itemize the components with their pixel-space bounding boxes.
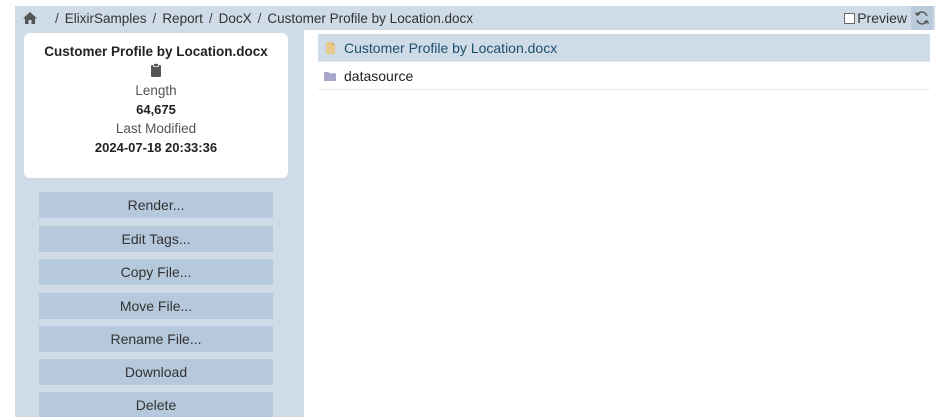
home-icon (23, 12, 37, 24)
length-value: 64,675 (136, 102, 176, 117)
breadcrumb-item-docx[interactable]: DocX (219, 11, 252, 26)
move-file-button[interactable]: Move File... (39, 293, 273, 319)
refresh-icon (914, 11, 930, 25)
copy-file-button[interactable]: Copy File... (39, 259, 273, 285)
breadcrumb-item-current: Customer Profile by Location.docx (267, 10, 473, 26)
top-toolbar: / ElixirSamples / Report / DocX / Custom… (15, 6, 935, 30)
document-icon (326, 41, 335, 54)
breadcrumb-separator: / (257, 10, 262, 26)
breadcrumb: / ElixirSamples / Report / DocX / Custom… (49, 11, 473, 26)
file-details-sidebar: Customer Profile by Location.docx Length… (15, 30, 304, 417)
rename-file-button[interactable]: Rename File... (39, 326, 273, 352)
file-info-card: Customer Profile by Location.docx Length… (24, 33, 288, 178)
modified-value: 2024-07-18 20:33:36 (94, 140, 218, 155)
length-label: Length (135, 83, 177, 98)
preview-checkbox[interactable] (844, 12, 856, 24)
refresh-button[interactable] (911, 6, 933, 30)
edit-tags-button[interactable]: Edit Tags... (39, 226, 273, 252)
file-name: Customer Profile by Location.docx (44, 44, 268, 59)
breadcrumb-separator: / (55, 10, 59, 26)
folder-icon (324, 71, 336, 81)
file-list: Customer Profile by Location.docx dataso… (318, 34, 930, 90)
clipboard-icon (151, 63, 161, 77)
breadcrumb-item-elixirsamples[interactable]: ElixirSamples (65, 11, 147, 26)
breadcrumb-item-report[interactable]: Report (162, 11, 203, 26)
file-name-label: Customer Profile by Location.docx (344, 39, 558, 56)
preview-toggle[interactable]: Preview (844, 10, 907, 26)
preview-label: Preview (857, 10, 907, 26)
list-item[interactable]: datasource (318, 62, 930, 90)
render-button[interactable]: Render... (39, 192, 273, 218)
folder-name-label: datasource (344, 67, 414, 84)
modified-label: Last Modified (115, 121, 197, 136)
home-button[interactable] (19, 6, 41, 30)
breadcrumb-separator: / (152, 10, 157, 26)
download-button[interactable]: Download (39, 359, 273, 385)
breadcrumb-separator: / (208, 10, 213, 26)
delete-button[interactable]: Delete (39, 392, 273, 417)
list-item[interactable]: Customer Profile by Location.docx (318, 34, 930, 62)
